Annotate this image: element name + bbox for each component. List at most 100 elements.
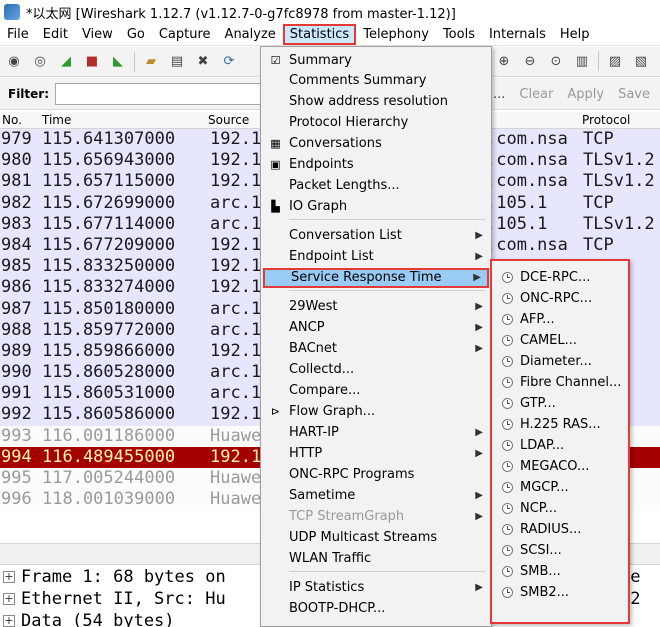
menu-go[interactable]: Go [120, 25, 152, 44]
menu-tools[interactable]: Tools [436, 25, 482, 44]
packet-source: Huawe [210, 489, 262, 510]
start-capture-icon[interactable]: ◢ [56, 52, 76, 72]
wireshark-icon [4, 4, 20, 20]
packet-source: 192.1 [210, 129, 262, 149]
resize-columns-icon[interactable]: ▥ [572, 51, 592, 71]
menu-item-wlan-traffic[interactable]: WLAN Traffic [263, 549, 489, 569]
expand-icon[interactable]: + [3, 593, 15, 605]
display-filters-icon[interactable]: ▧ [631, 51, 651, 71]
submenu-item-diameter[interactable]: Diameter... [494, 351, 628, 372]
clock-icon [502, 566, 513, 577]
menu-help[interactable]: Help [553, 25, 597, 44]
zoom-in-icon[interactable]: ⊕ [494, 51, 514, 71]
submenu-item-gtp[interactable]: GTP... [494, 393, 628, 414]
packet-no: 996 [1, 489, 32, 510]
save-file-icon[interactable]: ▤ [167, 52, 187, 72]
submenu-item-mgcp[interactable]: MGCP... [494, 477, 628, 498]
filter-clear-button[interactable]: Clear [519, 87, 553, 102]
menu-item-compare[interactable]: Compare... [263, 381, 489, 401]
menu-analyze[interactable]: Analyze [218, 25, 283, 44]
clock-icon [502, 440, 513, 451]
column-header-protocol[interactable]: Protocol [582, 113, 630, 127]
menu-item-label: Conversation List [289, 228, 402, 243]
clock-icon [502, 524, 513, 535]
expand-icon[interactable]: + [3, 571, 15, 583]
clock-icon [502, 587, 513, 598]
menu-item-service-response-time[interactable]: Service Response Time ▶ [263, 268, 489, 288]
menu-edit[interactable]: Edit [36, 25, 75, 44]
menu-internals[interactable]: Internals [482, 25, 553, 44]
packet-time: 117.005244000 [42, 468, 176, 488]
normal-size-icon[interactable]: ⊙ [546, 51, 566, 71]
detail-text: Data (54 bytes) [21, 611, 175, 627]
menu-item-udp-multicast-streams[interactable]: UDP Multicast Streams [263, 528, 489, 548]
packet-destination: .105.1 [486, 192, 548, 213]
menu-item-sametime[interactable]: Sametime ▶ [263, 486, 489, 506]
menu-item-protocol-hierarchy[interactable]: Protocol Hierarchy [263, 113, 489, 133]
expand-icon[interactable]: + [3, 615, 15, 627]
reload-icon[interactable]: ⟳ [219, 52, 239, 72]
submenu-arrow-icon: ▶ [473, 272, 481, 283]
submenu-item-fibre-channel[interactable]: Fibre Channel... [494, 372, 628, 393]
submenu-item-camel[interactable]: CAMEL... [494, 330, 628, 351]
restart-capture-icon[interactable]: ◣ [108, 52, 128, 72]
submenu-item-onc-rpc[interactable]: ONC-RPC... [494, 288, 628, 309]
menu-separator [289, 219, 485, 220]
menu-item-http[interactable]: HTTP ▶ [263, 444, 489, 464]
capture-filters-icon[interactable]: ▨ [605, 51, 625, 71]
conversations-icon: ▦ [270, 137, 281, 150]
menu-item-endpoint-list[interactable]: Endpoint List ▶ [263, 247, 489, 267]
menu-item-show-address-resolution[interactable]: Show address resolution [263, 92, 489, 112]
close-file-icon[interactable]: ✖ [193, 52, 213, 72]
submenu-item-scsi[interactable]: SCSI... [494, 540, 628, 561]
interfaces-icon[interactable]: ◉ [4, 52, 24, 72]
menu-view[interactable]: View [75, 25, 120, 44]
packet-protocol: TLSv1.2 [583, 213, 655, 234]
menu-item-flow-graph[interactable]: ⊳ Flow Graph... [263, 402, 489, 422]
submenu-item-smb2[interactable]: SMB2... [494, 582, 628, 603]
menu-item-onc-rpc-programs[interactable]: ONC-RPC Programs [263, 465, 489, 485]
column-header-no[interactable]: No. [2, 113, 22, 127]
packet-source: 192.1 [210, 256, 262, 277]
menu-item-29west[interactable]: 29West ▶ [263, 297, 489, 317]
submenu-item-smb[interactable]: SMB... [494, 561, 628, 582]
submenu-item-h-225-ras[interactable]: H.225 RAS... [494, 414, 628, 435]
packet-source: 192.1 [210, 277, 262, 298]
open-file-icon[interactable]: ▰ [141, 52, 161, 72]
submenu-item-megaco[interactable]: MEGACO... [494, 456, 628, 477]
column-header-time[interactable]: Time [42, 113, 71, 127]
menu-item-conversation-list[interactable]: Conversation List ▶ [263, 226, 489, 246]
menu-item-io-graph[interactable]: ▙ IO Graph [263, 197, 489, 217]
filter-save-button[interactable]: Save [618, 87, 650, 102]
submenu-arrow-icon: ▶ [475, 230, 483, 241]
submenu-item-ncp[interactable]: NCP... [494, 498, 628, 519]
menu-item-comments-summary[interactable]: Comments Summary [263, 71, 489, 91]
filter-apply-button[interactable]: Apply [567, 87, 604, 102]
menu-statistics[interactable]: Statistics [282, 24, 357, 45]
menu-item-packet-lengths[interactable]: Packet Lengths... [263, 176, 489, 196]
submenu-item-ldap[interactable]: LDAP... [494, 435, 628, 456]
packet-source: 192.1 [210, 446, 262, 467]
menu-capture[interactable]: Capture [152, 25, 218, 44]
menu-item-ancp[interactable]: ANCP ▶ [263, 318, 489, 338]
submenu-item-dce-rpc[interactable]: DCE-RPC... [494, 267, 628, 288]
menu-item-ip-statistics[interactable]: IP Statistics ▶ [263, 578, 489, 598]
menu-item-endpoints[interactable]: ▣ Endpoints [263, 155, 489, 175]
menu-item-hart-ip[interactable]: HART-IP ▶ [263, 423, 489, 443]
zoom-out-icon[interactable]: ⊖ [520, 51, 540, 71]
menu-file[interactable]: File [0, 25, 36, 44]
menu-item-bootp-dhcp[interactable]: BOOTP-DHCP... [263, 599, 489, 619]
menu-item-summary[interactable]: ☑ Summary [263, 51, 489, 71]
submenu-item-radius[interactable]: RADIUS... [494, 519, 628, 540]
submenu-item-afp[interactable]: AFP... [494, 309, 628, 330]
menu-item-conversations[interactable]: ▦ Conversations [263, 134, 489, 154]
endpoints-icon: ▣ [270, 158, 281, 171]
column-header-source[interactable]: Source [208, 113, 249, 127]
menu-item-collectd[interactable]: Collectd... [263, 360, 489, 380]
menu-telephony[interactable]: Telephony [356, 25, 436, 44]
packet-source: Huawe [210, 425, 262, 446]
filter-input[interactable] [55, 82, 274, 105]
options-icon[interactable]: ◎ [30, 52, 50, 72]
stop-capture-icon[interactable]: ■ [82, 52, 102, 72]
menu-item-bacnet[interactable]: BACnet ▶ [263, 339, 489, 359]
